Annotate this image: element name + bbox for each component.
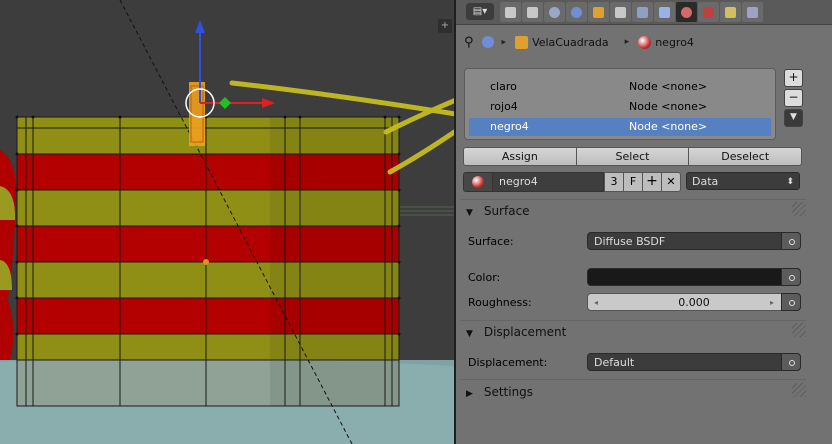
particles-icon[interactable] <box>720 2 741 22</box>
select-button[interactable]: Select <box>576 147 690 166</box>
material-slot-list[interactable]: claro Node <none> rojo4 Node <none> negr… <box>464 68 776 140</box>
roughness-label: Roughness: <box>468 296 532 309</box>
section-divider <box>460 320 806 321</box>
material-slot[interactable]: rojo4 Node <none> <box>469 98 771 116</box>
surface-shader-select[interactable]: Diffuse BSDF <box>587 232 801 250</box>
collapsed-icon: ▶ <box>466 389 473 399</box>
panel-drag-handle[interactable] <box>790 323 806 337</box>
surface-label: Surface: <box>468 235 514 248</box>
expanded-icon: ▼ <box>466 329 473 339</box>
unlink-material-icon[interactable]: ✕ <box>661 172 681 192</box>
slot-actions: Assign Select Deselect <box>463 147 803 166</box>
socket-link-icon[interactable] <box>781 232 801 250</box>
material-slot[interactable]: claro Node <none> <box>469 78 771 96</box>
material-icon[interactable] <box>676 2 697 22</box>
surface-shader-value: Diffuse BSDF <box>594 235 666 248</box>
constraints-icon[interactable] <box>610 2 631 22</box>
object-icon[interactable] <box>588 2 609 22</box>
link-mode-select[interactable]: Data ⬍ <box>686 172 800 190</box>
socket-link-icon[interactable] <box>781 293 801 311</box>
material-users-count[interactable]: 3 <box>604 172 624 192</box>
object-cube-icon <box>515 35 529 49</box>
slot-specials-menu[interactable]: ▼ <box>784 109 803 127</box>
decrement-arrow-icon[interactable]: ◂ <box>594 294 598 312</box>
slot-name: rojo4 <box>490 100 518 113</box>
object-data-icon <box>481 36 494 48</box>
displacement-select[interactable]: Default <box>587 353 801 371</box>
material-slot-selected[interactable]: negro4 Node <none> <box>469 118 771 136</box>
surface-title: Surface <box>483 204 530 218</box>
editor-type-menu[interactable]: ▤▾ <box>466 3 494 20</box>
material-browse-icon[interactable] <box>463 172 493 192</box>
render-layers-icon[interactable] <box>522 2 543 22</box>
candle-mesh[interactable] <box>15 115 401 407</box>
material-name-field[interactable]: negro4 <box>492 172 604 192</box>
socket-link-icon[interactable] <box>781 353 801 371</box>
section-divider <box>460 379 806 380</box>
surface-panel-header[interactable]: ▼ Surface <box>460 201 806 221</box>
deselect-button[interactable]: Deselect <box>689 147 803 166</box>
panel-drag-handle[interactable] <box>790 383 806 397</box>
displacement-value: Default <box>594 356 635 369</box>
viewport-expand-icon[interactable]: + <box>438 19 452 33</box>
properties-panel: ▤▾ ⚲ ▸ VelaCuadrada ▸ negro4 claro Node … <box>456 0 832 444</box>
fake-user-toggle[interactable]: F <box>623 172 643 192</box>
displacement-panel-header[interactable]: ▼ Displacement <box>460 322 806 342</box>
color-label: Color: <box>468 271 501 284</box>
object-origin[interactable] <box>203 259 209 265</box>
breadcrumb-separator: ▸ <box>624 37 630 47</box>
remove-slot-button[interactable]: − <box>784 89 803 107</box>
material-sphere-icon <box>638 35 652 49</box>
texture-icon[interactable] <box>698 2 719 22</box>
properties-tabbar: ▤▾ <box>456 0 832 25</box>
section-divider <box>460 199 806 200</box>
slot-node: Node <none> <box>629 100 708 113</box>
add-slot-button[interactable]: + <box>784 69 803 87</box>
new-material-icon[interactable]: + <box>642 172 662 192</box>
displacement-title: Displacement <box>483 325 567 339</box>
increment-arrow-icon[interactable]: ▸ <box>770 294 774 312</box>
roughness-slider[interactable]: ◂ 0.000 ▸ <box>587 293 801 311</box>
slot-name: negro4 <box>490 120 529 133</box>
link-mode-value: Data <box>692 175 719 188</box>
physics-icon[interactable] <box>742 2 763 22</box>
context-tabs <box>500 2 764 22</box>
panel-drag-handle[interactable] <box>790 202 806 216</box>
breadcrumb-separator: ▸ <box>481 36 506 48</box>
breadcrumb-object: VelaCuadrada <box>532 35 609 49</box>
slot-name: claro <box>490 80 517 93</box>
world-icon[interactable] <box>566 2 587 22</box>
3d-viewport[interactable]: + <box>0 0 454 444</box>
socket-link-icon[interactable] <box>781 268 801 286</box>
data-icon[interactable] <box>654 2 675 22</box>
viewport-canvas <box>0 0 454 444</box>
modifiers-icon[interactable] <box>632 2 653 22</box>
breadcrumb-material: negro4 <box>655 35 694 49</box>
settings-panel-header[interactable]: ▶ Settings <box>460 382 806 402</box>
transform-gizmo[interactable] <box>185 20 275 118</box>
assign-button[interactable]: Assign <box>463 147 577 166</box>
displacement-label: Displacement: <box>468 356 548 369</box>
scene-icon[interactable] <box>544 2 565 22</box>
slot-node: Node <none> <box>629 80 708 93</box>
roughness-value: 0.000 <box>678 296 710 309</box>
slot-node: Node <none> <box>629 120 708 133</box>
expanded-icon: ▼ <box>466 208 473 218</box>
breadcrumb: ⚲ ▸ VelaCuadrada ▸ negro4 <box>464 32 694 52</box>
settings-title: Settings <box>483 385 534 399</box>
select-arrow-icon: ⬍ <box>786 177 794 187</box>
color-swatch[interactable] <box>587 268 801 286</box>
pin-icon[interactable]: ⚲ <box>464 35 474 50</box>
render-icon[interactable] <box>500 2 521 22</box>
